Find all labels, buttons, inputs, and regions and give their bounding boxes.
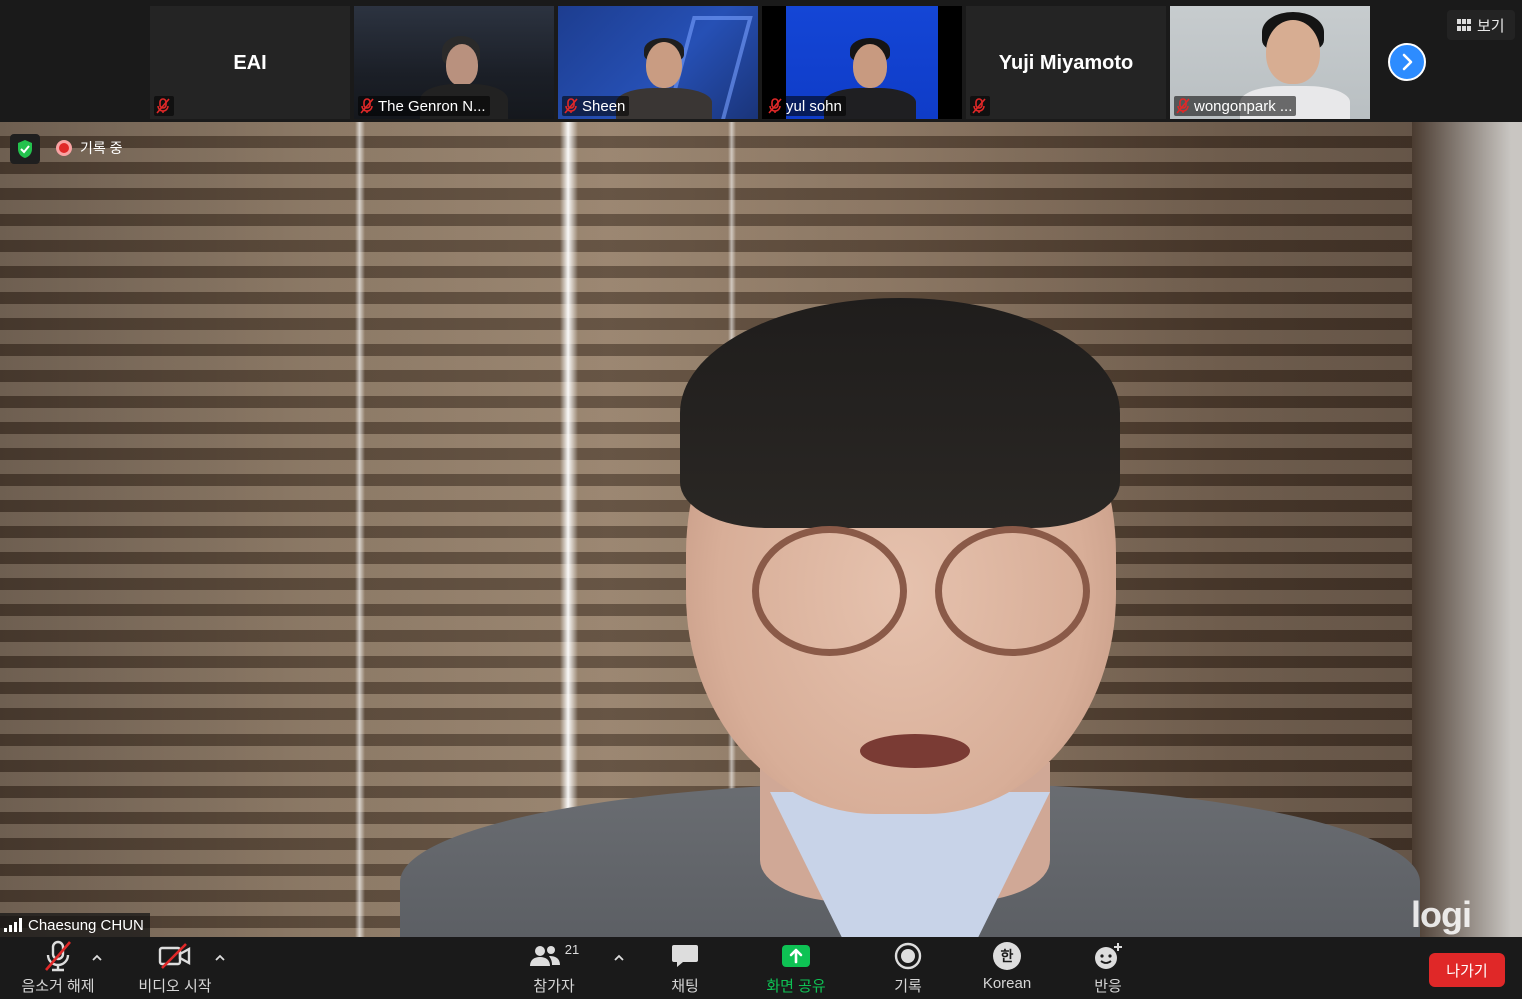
chat-button[interactable]: 채팅 bbox=[660, 937, 710, 999]
video-camera-off-icon bbox=[158, 943, 191, 969]
camera-logo: logi bbox=[1411, 894, 1472, 935]
participants-icon bbox=[529, 946, 560, 966]
participants-label: 참가자 bbox=[533, 978, 575, 995]
participant-tile-wongonpark[interactable]: wongonpark ... bbox=[1170, 6, 1370, 119]
security-shield-icon[interactable] bbox=[10, 134, 40, 164]
start-video-label: 비디오 시작 bbox=[138, 978, 212, 995]
reactions-label: 반응 bbox=[1094, 978, 1122, 995]
tile-footer: wongonpark ... bbox=[1174, 96, 1297, 116]
reactions-button[interactable]: 반응 bbox=[1084, 937, 1132, 999]
video-options-caret[interactable] bbox=[213, 951, 227, 965]
view-label: 보기 bbox=[1477, 17, 1505, 35]
next-page-button[interactable] bbox=[1388, 43, 1426, 81]
signal-strength-icon bbox=[4, 918, 22, 932]
microphone-muted-icon bbox=[45, 940, 71, 972]
participants-options-caret[interactable] bbox=[612, 951, 626, 965]
mic-muted-icon bbox=[156, 98, 170, 114]
mic-muted-icon bbox=[1176, 98, 1190, 114]
participants-count: 21 bbox=[564, 941, 580, 957]
glasses-right-lens bbox=[935, 526, 1090, 656]
participant-name: EAI bbox=[233, 52, 267, 74]
share-screen-label: 화면 공유 bbox=[766, 978, 826, 995]
unmute-label: 음소거 해제 bbox=[21, 978, 95, 995]
record-icon bbox=[894, 942, 922, 970]
share-screen-icon bbox=[782, 945, 810, 967]
speaker-name-tag: Chaesung CHUN bbox=[0, 913, 150, 937]
record-button[interactable]: 기록 bbox=[884, 937, 932, 999]
participant-label: The Genron N... bbox=[378, 97, 486, 115]
glasses-left-lens bbox=[752, 526, 907, 656]
tile-footer bbox=[970, 96, 990, 116]
leave-meeting-button[interactable]: 나가기 bbox=[1429, 953, 1505, 987]
tile-footer: Sheen bbox=[562, 96, 630, 116]
language-label: Korean bbox=[982, 975, 1032, 992]
chevron-right-icon bbox=[1402, 53, 1413, 71]
start-video-button[interactable]: 비디오 시작 bbox=[132, 937, 218, 999]
participants-button[interactable]: 21 참가자 bbox=[522, 937, 586, 999]
record-label: 기록 bbox=[894, 978, 922, 995]
chevron-up-icon bbox=[215, 954, 225, 961]
grid-view-icon bbox=[1457, 19, 1471, 31]
participant-label: wongonpark ... bbox=[1194, 97, 1293, 115]
view-button[interactable]: 보기 bbox=[1447, 10, 1515, 40]
language-icon: 한 bbox=[993, 942, 1021, 970]
participant-gallery-strip: EAI The Genron N... Sheen yul sohn Yuji … bbox=[0, 0, 1522, 122]
speaker-name: Chaesung CHUN bbox=[28, 916, 144, 934]
mic-muted-icon bbox=[768, 98, 782, 114]
recording-indicator[interactable]: 기록 중 bbox=[56, 136, 123, 160]
participant-name: Yuji Miyamoto bbox=[998, 52, 1134, 74]
mic-muted-icon bbox=[360, 98, 374, 114]
tile-footer bbox=[154, 96, 174, 116]
participant-label: yul sohn bbox=[786, 97, 842, 115]
chevron-up-icon bbox=[92, 954, 102, 961]
meeting-toolbar: 음소거 해제 비디오 시작 21 참가자 채팅 화면 공유 기록 한 Korea… bbox=[0, 937, 1522, 999]
unmute-button[interactable]: 음소거 해제 bbox=[14, 937, 102, 999]
mic-muted-icon bbox=[564, 98, 578, 114]
share-screen-button[interactable]: 화면 공유 bbox=[760, 937, 832, 999]
tile-footer: yul sohn bbox=[766, 96, 846, 116]
recording-label: 기록 중 bbox=[80, 140, 123, 156]
chevron-up-icon bbox=[614, 954, 624, 961]
participant-tile-sheen[interactable]: Sheen bbox=[558, 6, 758, 119]
language-interpretation-button[interactable]: 한 Korean bbox=[976, 937, 1038, 999]
recording-dot-icon bbox=[56, 140, 72, 156]
participant-tile-eai[interactable]: EAI bbox=[150, 6, 350, 119]
participant-label: Sheen bbox=[582, 97, 626, 115]
mic-muted-icon bbox=[972, 98, 986, 114]
tile-footer: The Genron N... bbox=[358, 96, 490, 116]
active-speaker-video[interactable]: 기록 중 Chaesung CHUN logi bbox=[0, 122, 1522, 937]
participant-tile-yul-sohn[interactable]: yul sohn bbox=[762, 6, 962, 119]
audio-options-caret[interactable] bbox=[90, 951, 104, 965]
participant-tile-genron[interactable]: The Genron N... bbox=[354, 6, 554, 119]
emoji-plus-icon bbox=[1095, 943, 1122, 969]
participant-tile-yuji-miyamoto[interactable]: Yuji Miyamoto bbox=[966, 6, 1166, 119]
chat-label: 채팅 bbox=[671, 978, 699, 995]
chat-bubble-icon bbox=[672, 945, 698, 967]
